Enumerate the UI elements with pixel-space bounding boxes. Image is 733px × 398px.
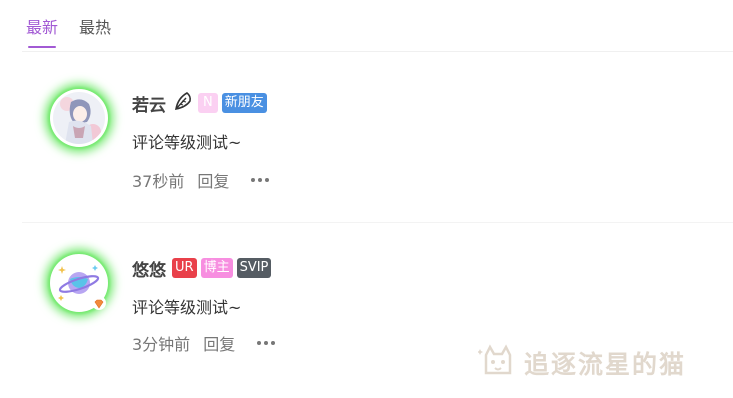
tab-hot[interactable]: 最热: [79, 17, 111, 45]
comment-time: 3分钟前: [132, 335, 191, 354]
diamond-badge-icon: [92, 296, 106, 310]
comment-sort-tabs: 最新 最热: [26, 17, 111, 48]
comment-text: 评论等级测试~: [132, 298, 242, 317]
svip-badge: SVIP: [236, 258, 272, 278]
reply-button[interactable]: 回复: [197, 168, 229, 192]
more-options-icon[interactable]: [251, 172, 270, 188]
reply-button[interactable]: 回复: [203, 331, 235, 355]
cat-logo-icon: [477, 343, 518, 383]
avatar: [53, 92, 105, 144]
level-badge: UR: [172, 258, 197, 278]
username[interactable]: 若云: [132, 91, 166, 116]
blogger-badge: 博主: [200, 258, 233, 278]
comment-header: 悠悠 UR 博主 SVIP: [132, 256, 272, 281]
username[interactable]: 悠悠: [132, 256, 166, 281]
feather-icon: [172, 90, 194, 116]
avatar-frame[interactable]: [50, 254, 108, 312]
tab-latest[interactable]: 最新: [26, 17, 58, 48]
watermark: 追逐流星的猫: [477, 343, 687, 383]
comment-meta: 37秒前 回复: [132, 168, 270, 192]
comment-time: 37秒前: [132, 172, 185, 191]
more-options-icon[interactable]: [257, 335, 276, 351]
comment-header: 若云 N 新朋友: [132, 90, 267, 116]
avatar-frame[interactable]: [50, 89, 108, 147]
new-friend-badge: 新朋友: [221, 93, 267, 113]
comment-item: 若云 N 新朋友 评论等级测试~ 37秒前 回复: [22, 52, 733, 222]
level-badge: N: [198, 93, 218, 113]
comment-meta: 3分钟前 回复: [132, 331, 276, 355]
comment-text: 评论等级测试~: [132, 133, 242, 152]
watermark-text: 追逐流星的猫: [524, 350, 687, 379]
